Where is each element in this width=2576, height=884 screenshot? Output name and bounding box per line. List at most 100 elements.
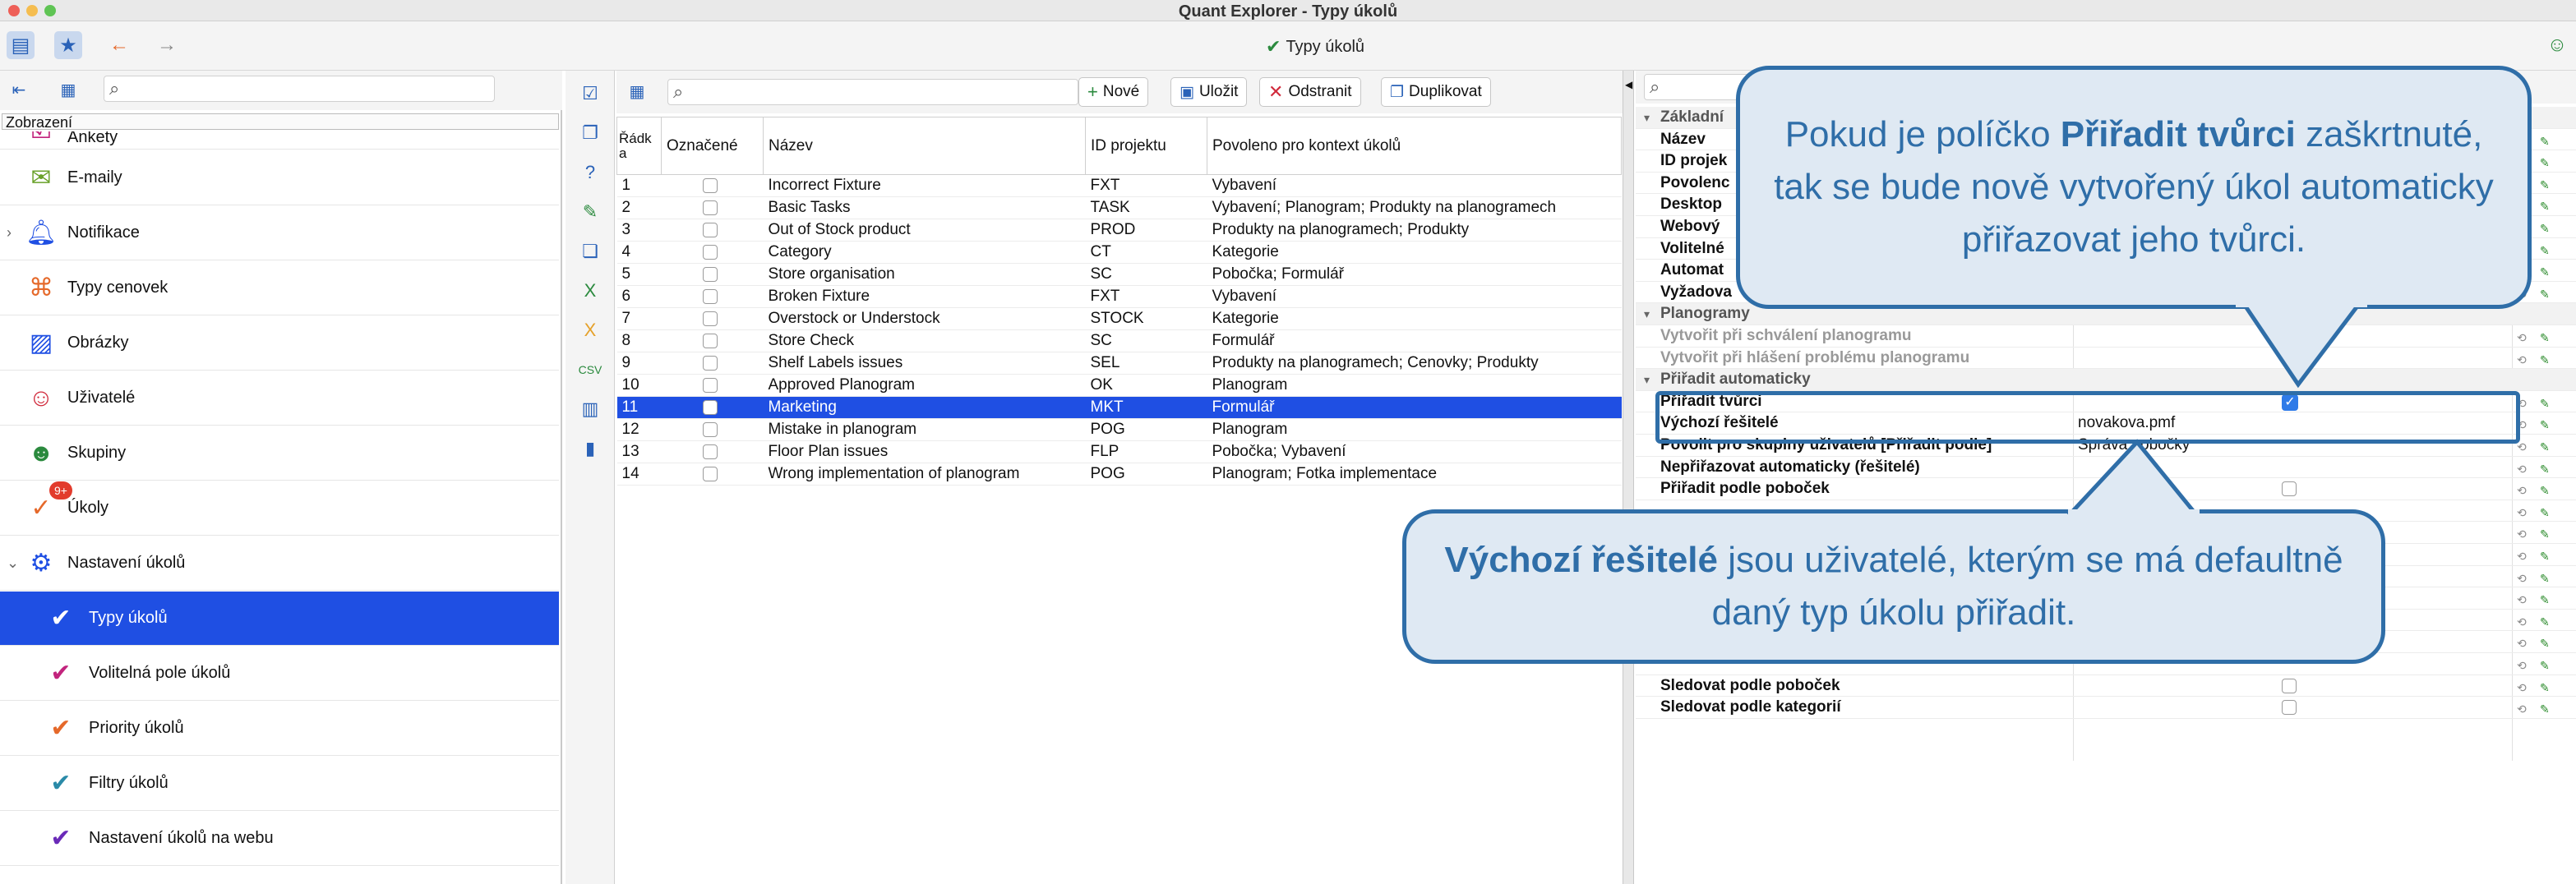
collapse-left-icon[interactable]: ◀	[1625, 79, 1632, 90]
favorite-star-icon[interactable]: ★	[54, 31, 82, 59]
column-header[interactable]: Povoleno pro kontext úkolů	[1207, 117, 1622, 175]
reset-icon[interactable]: ⟲	[2517, 568, 2527, 589]
edit-icon[interactable]: ✎	[2540, 152, 2550, 173]
table-row[interactable]: 6 Broken Fixture FXT Vybavení	[616, 285, 1622, 308]
edit-icon[interactable]: ✎	[2540, 480, 2550, 501]
edit-icon[interactable]: ✎	[2540, 240, 2550, 261]
nav-item-notifications[interactable]: › 🔔︎ Notifikace	[0, 206, 559, 260]
select-icon[interactable]: ☑	[575, 79, 605, 108]
table-row[interactable]: 3 Out of Stock product PROD Produkty na pla…	[616, 219, 1622, 242]
help-icon[interactable]: ?	[575, 158, 605, 187]
reset-icon[interactable]: ⟲	[2517, 546, 2527, 567]
edit-icon[interactable]: ✎	[2540, 327, 2550, 348]
edit-icon[interactable]: ✎	[2540, 589, 2550, 610]
property-row[interactable]: Sledovat podle poboček ⟲ ✎	[1636, 675, 2576, 698]
reset-icon[interactable]: ⟲	[2517, 677, 2527, 698]
edit-icon[interactable]: ✎	[2540, 261, 2550, 283]
column-header[interactable]: Název	[763, 117, 1086, 175]
marked-checkbox[interactable]	[702, 266, 718, 282]
edit-icon[interactable]: ✎	[2540, 611, 2550, 633]
edit-icon[interactable]: ✎	[2540, 633, 2550, 654]
edit-icon[interactable]: ✎	[2540, 196, 2550, 217]
chevron-down-icon[interactable]: ▾	[1644, 303, 1650, 325]
table-row[interactable]: 11 Marketing MKT Formulář	[616, 396, 1622, 419]
marked-checkbox[interactable]	[702, 200, 718, 215]
marked-checkbox[interactable]	[702, 177, 718, 193]
nav-item-optional-fields[interactable]: ✔ Volitelná pole úkolů	[0, 647, 559, 701]
nav-item-task-filters[interactable]: ✔ Filtry úkolů	[0, 757, 559, 811]
marked-checkbox[interactable]	[702, 311, 718, 326]
property-checkbox[interactable]	[2282, 678, 2297, 693]
excel-import-icon[interactable]: X	[575, 315, 605, 345]
list-search-input[interactable]: ⌕	[667, 79, 1078, 105]
back-arrow-icon[interactable]: ←	[105, 31, 133, 59]
marked-checkbox[interactable]	[702, 399, 718, 415]
table-row[interactable]: 7 Overstock or Understock STOCK Kategorie	[616, 307, 1622, 330]
edit-icon[interactable]: ✎	[2540, 436, 2550, 458]
nav-item-price-tags[interactable]: ⌘ Typy cenovek	[0, 261, 559, 315]
edit-icon[interactable]: ✎	[2540, 698, 2550, 720]
table-row[interactable]: 1 Incorrect Fixture FXT Vybavení	[616, 174, 1622, 197]
edit-icon[interactable]: ✎	[2540, 568, 2550, 589]
status-smiley-icon[interactable]: ☺	[2543, 31, 2571, 59]
table-row[interactable]: 8 Store Check SC Formulář	[616, 329, 1622, 352]
reset-icon[interactable]: ⟲	[2517, 523, 2527, 545]
table-row[interactable]: 4 Category CT Kategorie	[616, 241, 1622, 264]
marked-checkbox[interactable]	[702, 355, 718, 371]
edit-icon[interactable]: ✎	[575, 197, 605, 227]
chart-icon[interactable]: ▮	[575, 434, 605, 463]
reset-icon[interactable]: ⟲	[2517, 655, 2527, 676]
edit-icon[interactable]: ✎	[2540, 677, 2550, 698]
table-row[interactable]: 12 Mistake in planogram POG Planogram	[616, 418, 1622, 441]
report-icon[interactable]: ▥	[575, 394, 605, 424]
marked-checkbox[interactable]	[702, 466, 718, 481]
chevron-down-icon[interactable]: ⌄	[7, 555, 19, 572]
edit-icon[interactable]: ✎	[2540, 458, 2550, 480]
nav-item-web-task-settings[interactable]: ✔ Nastavení úkolů na webu	[0, 812, 559, 866]
nav-item-surveys[interactable]: ☑ Ankety	[0, 131, 559, 150]
edit-icon[interactable]: ✎	[2540, 414, 2550, 435]
column-header[interactable]: Řádk a	[616, 117, 662, 175]
duplicate-button[interactable]: ❐ Duplikovat	[1381, 77, 1491, 107]
nav-item-images[interactable]: ▨ Obrázky	[0, 316, 559, 371]
marked-checkbox[interactable]	[702, 444, 718, 459]
marked-checkbox[interactable]	[702, 222, 718, 237]
edit-icon[interactable]: ✎	[2540, 502, 2550, 523]
panel-divider[interactable]: ◀	[1623, 71, 1634, 884]
sidebar-toggle-icon[interactable]: ▤	[7, 31, 35, 59]
edit-icon[interactable]: ✎	[2540, 283, 2550, 305]
reset-icon[interactable]: ⟲	[2517, 349, 2527, 371]
marked-checkbox[interactable]	[702, 421, 718, 437]
copy-icon[interactable]: ❐	[575, 118, 605, 148]
marked-checkbox[interactable]	[702, 333, 718, 348]
property-row[interactable]: Vytvořit při hlášení problému planogramu…	[1636, 348, 2576, 370]
column-header[interactable]: Označené	[661, 117, 764, 175]
save-button[interactable]: ▣ Uložit	[1170, 77, 1248, 107]
reset-icon[interactable]: ⟲	[2517, 327, 2527, 348]
reset-icon[interactable]: ⟲	[2517, 458, 2527, 480]
edit-icon[interactable]: ✎	[2540, 393, 2550, 414]
property-group[interactable]: ▾ Přiřadit automaticky	[1636, 369, 2576, 391]
collapse-icon[interactable]: ⇤	[5, 76, 33, 104]
table-row[interactable]: 13 Floor Plan issues FLP Pobočka; Vybavení	[616, 440, 1622, 463]
marked-checkbox[interactable]	[702, 244, 718, 260]
chevron-down-icon[interactable]: ▾	[1644, 369, 1650, 390]
property-row[interactable]: Vytvořit při schválení planogramu ⟲ ✎	[1636, 325, 2576, 348]
edit-icon[interactable]: ✎	[2540, 131, 2550, 152]
nav-item-users[interactable]: ☺ Uživatelé	[0, 371, 559, 426]
marked-checkbox[interactable]	[702, 377, 718, 393]
delete-button[interactable]: ✕ Odstranit	[1259, 77, 1361, 107]
table-row[interactable]: 10 Approved Planogram OK Planogram	[616, 374, 1622, 397]
edit-icon[interactable]: ✎	[2540, 546, 2550, 567]
forward-arrow-icon[interactable]: →	[153, 31, 181, 59]
nav-item-task-types[interactable]: ✔ Typy úkolů	[0, 592, 559, 646]
csv-export-icon[interactable]: CSV	[575, 355, 605, 384]
edit-icon[interactable]: ✎	[2540, 349, 2550, 371]
column-header[interactable]: ID projektu	[1085, 117, 1207, 175]
reset-icon[interactable]: ⟲	[2517, 698, 2527, 720]
reset-icon[interactable]: ⟲	[2517, 611, 2527, 633]
edit-icon[interactable]: ✎	[2540, 218, 2550, 239]
reset-icon[interactable]: ⟲	[2517, 502, 2527, 523]
reset-icon[interactable]: ⟲	[2517, 480, 2527, 501]
new-button[interactable]: + Nové	[1078, 77, 1149, 107]
